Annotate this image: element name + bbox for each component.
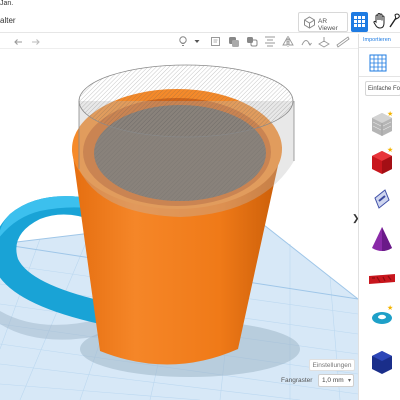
redo-icon[interactable] [30,35,42,48]
shape-blue-box[interactable] [365,344,399,378]
design-name[interactable]: alter [0,16,16,25]
snap-grid-label: Fangraster [281,377,313,384]
ar-viewer-button[interactable]: AR Viewer [298,12,348,32]
scene-canvas[interactable] [0,49,358,400]
star-icon: ★ [387,147,394,154]
snap-grid-select[interactable]: 1,0 mm ▾ [318,374,354,387]
shape-text[interactable] [365,262,399,296]
snap-grid-value: 1,0 mm [322,377,344,384]
flip-icon[interactable] [300,35,312,48]
hole-cylinder[interactable] [78,64,295,217]
settings-button[interactable]: Einstellungen [309,359,355,371]
light-bulb-icon[interactable] [178,35,188,48]
ungroup-icon[interactable] [246,35,258,48]
top-strip-text: Jan. [0,0,14,7]
shape-striped-box[interactable] [365,106,399,140]
pick-tool-button[interactable] [388,12,400,32]
panel-divider [359,76,400,77]
ruler-icon[interactable] [336,35,350,48]
mirror-icon[interactable] [282,35,294,48]
panel-divider [359,47,400,48]
note-icon[interactable] [210,35,222,48]
undo-icon[interactable] [12,35,24,48]
ar-viewer-label: AR Viewer [318,18,338,32]
top-strip: Jan. [0,0,400,11]
hand-icon [373,12,385,29]
basic-shapes-grid-icon[interactable] [369,54,387,72]
star-icon: ★ [387,305,394,312]
shape-paper-ship[interactable] [365,182,399,216]
shape-red-box[interactable] [365,144,399,178]
workplane-viewport[interactable]: Einstellungen Fangraster 1,0 mm ▾ [0,49,358,400]
shapes-panel: Importieren Einfache Formen ★ ★ ★ [358,34,400,400]
shape-cone[interactable] [365,222,399,256]
shape-library-select[interactable]: Einfache Formen [365,81,400,96]
chevron-down-icon[interactable] [193,35,201,48]
hand-button[interactable] [372,12,388,32]
import-link[interactable]: Importieren [363,37,391,43]
grid-view-button[interactable] [351,12,368,32]
align-icon[interactable] [264,35,276,48]
star-icon: ★ [387,111,394,118]
grid-icon [354,16,365,27]
settings-label: Einstellungen [312,362,352,369]
ar-icon [304,16,315,29]
workplane-icon[interactable] [318,35,330,48]
edit-toolbar [0,34,358,49]
pick-tool-icon [389,13,400,28]
group-icon[interactable] [228,35,240,48]
chevron-down-icon: ▾ [347,378,351,384]
shape-torus[interactable] [365,300,399,334]
